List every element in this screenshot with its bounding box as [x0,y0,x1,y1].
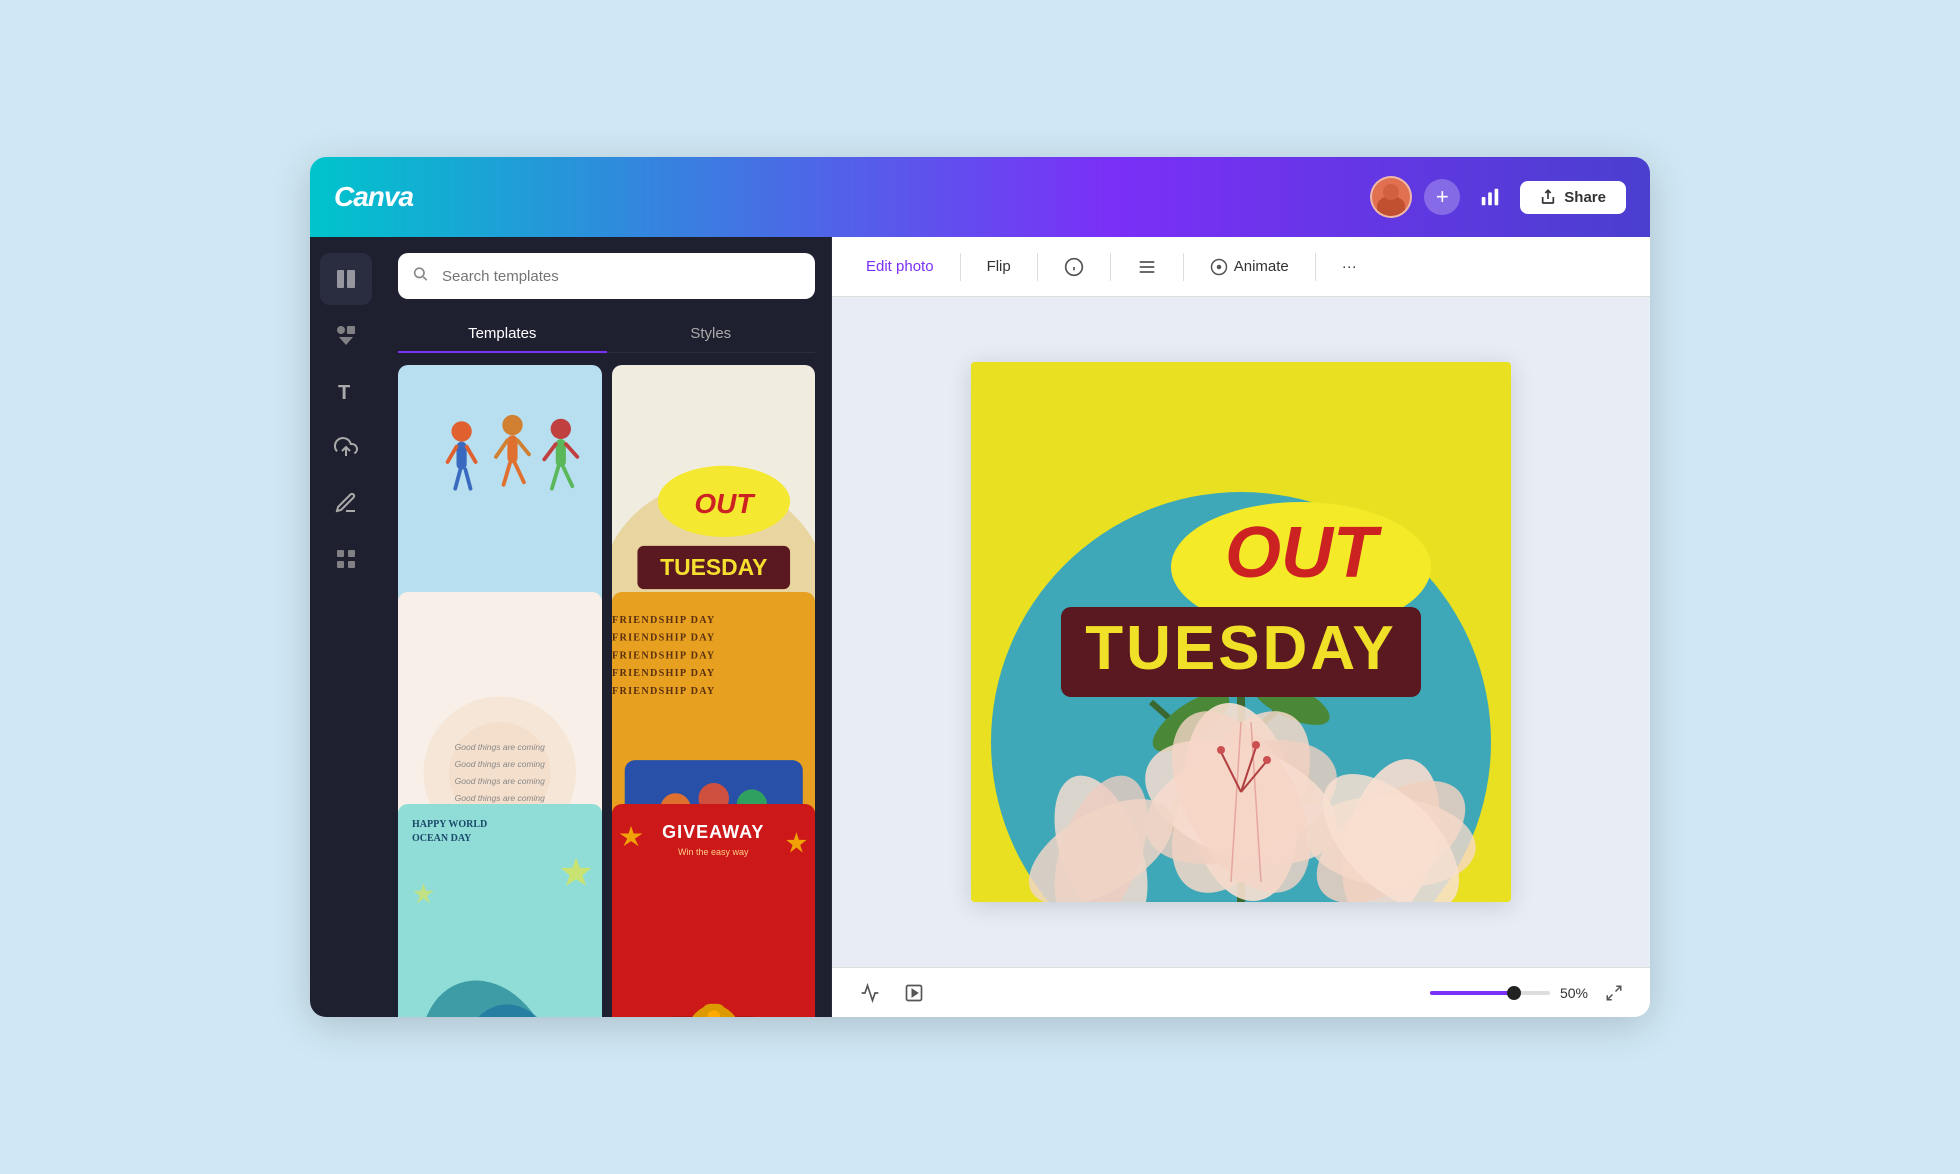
svg-text:FRIENDSHIP DAY: FRIENDSHIP DAY [612,651,716,662]
tab-row: Templates Styles [398,315,815,353]
svg-text:OUT: OUT [694,488,756,519]
play-button[interactable] [896,975,932,1011]
search-input[interactable] [398,253,815,299]
flip-button[interactable]: Flip [973,250,1025,283]
bottom-left-controls [852,975,932,1011]
template-6-title: GIVEAWAY [612,822,816,844]
tab-templates[interactable]: Templates [398,315,607,352]
info-button[interactable] [1050,249,1098,285]
avatar[interactable] [1370,176,1412,218]
svg-text:FRIENDSHIP DAY: FRIENDSHIP DAY [612,669,716,680]
template-3-text: Good things are coming Good things are c… [455,739,545,807]
tab-styles[interactable]: Styles [607,315,816,352]
toolbar-divider [1110,253,1111,281]
search-icon [412,266,428,287]
svg-text:TUESDAY: TUESDAY [1085,614,1397,683]
menu-button[interactable] [1123,249,1171,285]
uploads-button[interactable] [320,421,372,473]
toolbar-divider [1037,253,1038,281]
canva-logo: Canva [334,181,1370,213]
timeline-button[interactable] [852,975,888,1011]
canvas-wrapper: Joe [971,362,1511,902]
apps-button[interactable] [320,533,372,585]
svg-text:FRIENDSHIP DAY: FRIENDSHIP DAY [612,633,716,644]
zoom-control: 50% [1430,977,1630,1009]
share-label: Share [1564,189,1606,206]
app-window: Canva + Share [310,157,1650,1017]
toolbar-divider [960,253,961,281]
svg-text:TUESDAY: TUESDAY [660,554,767,580]
sidebar-toggle-button[interactable] [320,253,372,305]
template-5-text: HAPPY WORLDOCEAN DAY [412,818,487,846]
search-box [398,253,815,299]
elements-button[interactable] [320,309,372,361]
editor-canvas-area: Joe [832,297,1650,967]
toolbar-divider [1183,253,1184,281]
zoom-slider-track [1430,991,1514,995]
template-card[interactable]: HAPPY WORLDOCEAN DAY [398,804,602,1017]
more-button[interactable]: ··· [1328,250,1371,283]
text-button[interactable]: T [320,365,372,417]
canvas-svg: OUT TUESDAY [971,362,1511,902]
stats-button[interactable] [1472,179,1508,215]
zoom-percent: 50% [1560,985,1588,1001]
add-button[interactable]: + [1424,179,1460,215]
toolbar-divider [1315,253,1316,281]
design-canvas[interactable]: OUT TUESDAY [971,362,1511,902]
svg-text:OUT: OUT [1225,513,1383,593]
animate-button[interactable]: Animate [1196,250,1303,284]
svg-text:FRIENDSHIP DAY: FRIENDSHIP DAY [612,686,716,697]
editor-bottom-bar: 50% [832,967,1650,1017]
zoom-slider[interactable] [1430,991,1550,995]
top-bar: Canva + Share [310,157,1650,237]
draw-button[interactable] [320,477,372,529]
main-area: T [310,237,1650,1017]
svg-text:FRIENDSHIP DAY: FRIENDSHIP DAY [612,615,716,626]
edit-photo-button[interactable]: Edit photo [852,250,948,283]
editor-area: Edit photo Flip [832,237,1650,1017]
zoom-slider-thumb[interactable] [1507,986,1521,1000]
icon-bar: T [310,237,382,1017]
editor-toolbar: Edit photo Flip [832,237,1650,297]
template-6-subtitle: Win the easy way [612,847,816,857]
template-card[interactable]: GIVEAWAY Win the easy way [612,804,816,1017]
svg-text:T: T [338,382,350,403]
templates-grid: INTERNATIONAL YOUTH DAY [382,353,831,1017]
share-button[interactable]: Share [1520,181,1626,214]
sidebar: Templates Styles [382,237,832,1017]
top-bar-right: + Share [1370,176,1626,218]
expand-button[interactable] [1598,977,1630,1009]
